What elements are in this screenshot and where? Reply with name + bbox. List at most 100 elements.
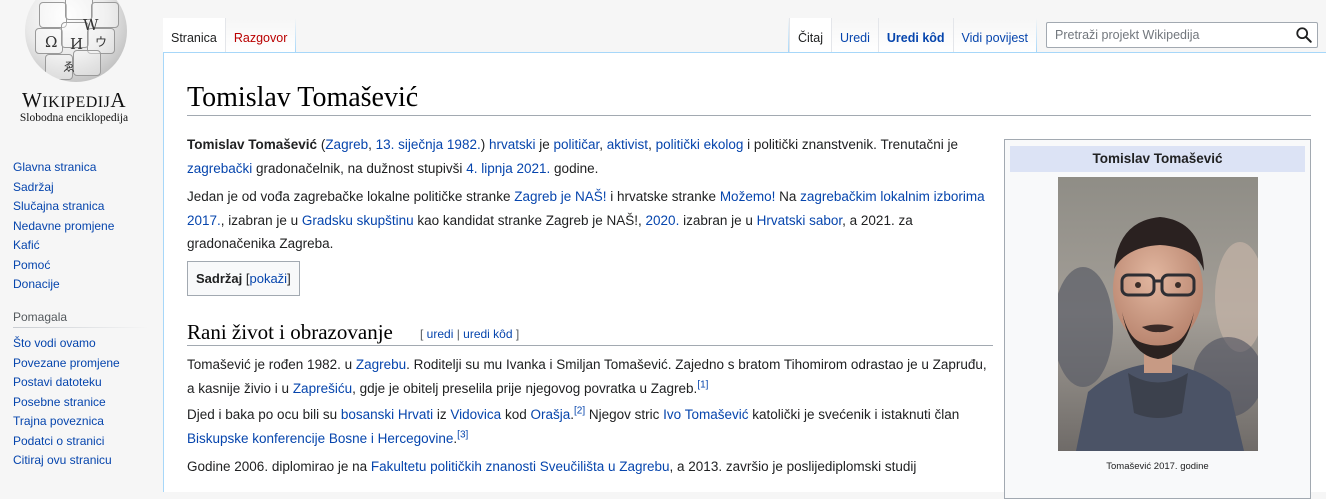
text-run: , — [648, 137, 656, 152]
article-link[interactable]: Hrvatski sabor — [757, 213, 843, 228]
tools-divider — [13, 327, 149, 328]
nav-link-random-page[interactable]: Slučajna stranica — [13, 199, 104, 213]
article-link[interactable]: politički ekolog — [656, 137, 744, 152]
citation: [2] — [574, 406, 585, 417]
article-link[interactable]: Zagreb — [325, 137, 368, 152]
text-run: ) — [480, 137, 489, 152]
citation-link[interactable]: [3] — [457, 429, 468, 440]
nav-link-help[interactable]: Pomoć — [13, 258, 50, 272]
lead-paragraph-1: Tomislav Tomašević (Zagreb, 13. siječnja… — [187, 133, 995, 180]
text-run: Djed i baka po ocu bili su — [187, 407, 341, 422]
text-run: , — [599, 137, 607, 152]
article-link[interactable]: 2021. — [517, 161, 551, 176]
search-icon[interactable] — [1295, 26, 1313, 44]
table-of-contents: Sadržaj [pokaži] — [187, 261, 300, 296]
text-run: izabran je u — [679, 212, 757, 228]
article-link[interactable]: Vidovica — [450, 407, 501, 422]
citation: [3] — [457, 429, 468, 440]
logo-tagline: Slobodna enciklopedija — [19, 112, 129, 124]
search-input[interactable] — [1047, 23, 1295, 47]
article-link[interactable]: Zaprešiću — [293, 381, 352, 396]
lead-paragraph-2: Jedan je od vođa zagrebačke lokalne poli… — [187, 185, 995, 256]
nav-link-what-links-here[interactable]: Što vodi ovamo — [13, 336, 96, 350]
nav-link-page-info[interactable]: Podatci o stranici — [13, 434, 104, 448]
title-divider — [187, 115, 1311, 116]
tab-edit[interactable]: Uredi — [831, 18, 878, 52]
nav-link-upload-file[interactable]: Postavi datoteku — [13, 375, 102, 389]
citation: [1] — [697, 379, 708, 390]
text-run: , — [368, 137, 376, 152]
nav-link-recent-changes[interactable]: Nedavne promjene — [13, 219, 114, 233]
article-link[interactable]: Fakultetu političkih znanosti Sveučilišt… — [371, 459, 670, 474]
photo-caption: Tomašević 2017. godine — [1106, 461, 1209, 472]
text-run: , izabran je u — [220, 212, 302, 228]
text-run: je — [535, 137, 554, 152]
nav-link-special-pages[interactable]: Posebne stranice — [13, 395, 106, 409]
portrait-photo[interactable] — [1058, 177, 1258, 451]
text-run: , gdje je obitelj preselila prije njegov… — [352, 380, 698, 396]
tab-article[interactable]: Stranica — [163, 18, 225, 52]
article-link[interactable]: aktivist — [607, 137, 648, 152]
section-heading: Rani život i obrazovanje — [187, 320, 393, 344]
tab-edit-source-label: Uredi kôd — [886, 31, 945, 45]
article-link[interactable]: Ivo Tomašević — [663, 407, 748, 422]
article-link[interactable]: Biskupske konferencije Bosne i Hercegovi… — [187, 431, 453, 446]
article-content: Tomislav Tomašević Tomislav Tomašević (Z… — [163, 52, 1326, 499]
tab-read[interactable]: Čitaj — [789, 18, 832, 52]
bold-subject-name: Tomislav Tomašević — [187, 137, 318, 152]
nav-link-permanent-link[interactable]: Trajna poveznica — [13, 414, 104, 428]
infobox-title: Tomislav Tomašević — [1010, 146, 1305, 172]
section-edit-link[interactable]: uredi — [427, 327, 454, 341]
tab-talk[interactable]: Razgovor — [224, 18, 296, 52]
text-run: Njegov stric — [585, 407, 664, 422]
nav-link-cite-page[interactable]: Citiraj ovu stranicu — [13, 453, 112, 467]
tab-edit-label: Uredi — [840, 31, 870, 45]
section-edit-source-link[interactable]: uredi kôd — [463, 327, 512, 341]
article-link[interactable]: Orašja — [530, 407, 570, 422]
page-title: Tomislav Tomašević — [187, 82, 419, 113]
text-run: i hrvatske stranke — [606, 189, 720, 204]
tab-view-history[interactable]: Vidi povijest — [952, 18, 1037, 52]
main-navigation: Glavna stranica Sadržaj Slučajna stranic… — [13, 158, 114, 295]
article-link[interactable]: Možemo! — [720, 189, 776, 204]
text-run: gradonačelnik, na dužnost stupivši — [252, 160, 467, 176]
article-link[interactable]: 2020. — [646, 213, 680, 228]
section-paragraph-2: Djed i baka po ocu bili su bosanski Hrva… — [187, 403, 995, 450]
toc-title: Sadržaj — [196, 271, 243, 286]
citation-link[interactable]: [1] — [697, 379, 708, 390]
text-run: godine. — [550, 160, 599, 176]
text-run: kao kandidat stranke Zagreb je NAŠ!, — [413, 212, 646, 228]
wikipedia-logo[interactable]: W Ω И ウ ゑ WIKIPEDIJA Slobodna encikloped… — [0, 0, 160, 130]
view-tabs: Čitaj Uredi Uredi kôd Vidi povijest — [788, 18, 1038, 52]
nav-link-village-pump[interactable]: Kafić — [13, 238, 40, 252]
section-divider — [187, 345, 993, 346]
tab-edit-source[interactable]: Uredi kôd — [877, 18, 953, 52]
tools-heading: Pomagala — [13, 310, 68, 324]
article-link[interactable]: 4. lipnja — [466, 161, 513, 176]
article-link[interactable]: političar — [554, 137, 600, 152]
text-run: Godine 2006. diplomirao je na — [187, 459, 371, 474]
article-link[interactable]: bosanski Hrvati — [341, 407, 433, 422]
text-run: iz — [433, 407, 451, 422]
nav-link-related-changes[interactable]: Povezane promjene — [13, 356, 120, 370]
citation-link[interactable]: [2] — [574, 406, 585, 417]
nav-link-donate[interactable]: Donacije — [13, 277, 60, 291]
article-link[interactable]: hrvatski — [489, 137, 536, 152]
text-run: kod — [501, 407, 531, 422]
text-run: Jedan je od vođa zagrebačke lokalne poli… — [187, 189, 515, 204]
tab-talk-label: Razgovor — [233, 31, 288, 45]
wikipedia-wordmark: WIKIPEDIJA — [22, 88, 126, 112]
text-run: katolički je svećenik i istaknuti član — [748, 407, 960, 422]
section-edit-links: [ uredi | uredi kôd ] — [420, 327, 520, 341]
article-link[interactable]: 13. siječnja — [376, 137, 444, 152]
puzzle-globe-icon: W Ω И ウ ゑ — [25, 0, 127, 82]
article-link[interactable]: 1982. — [447, 137, 481, 152]
nav-link-contents[interactable]: Sadržaj — [13, 180, 54, 194]
article-link[interactable]: Gradsku skupštinu — [302, 213, 414, 228]
article-link[interactable]: Zagreb je NAŠ! — [514, 189, 606, 204]
article-link[interactable]: Zagrebu — [356, 357, 406, 372]
toc-toggle-link[interactable]: pokaži — [249, 271, 287, 286]
article-link[interactable]: zagrebački — [187, 161, 252, 176]
search-box — [1046, 22, 1318, 48]
nav-link-main-page[interactable]: Glavna stranica — [13, 160, 96, 174]
